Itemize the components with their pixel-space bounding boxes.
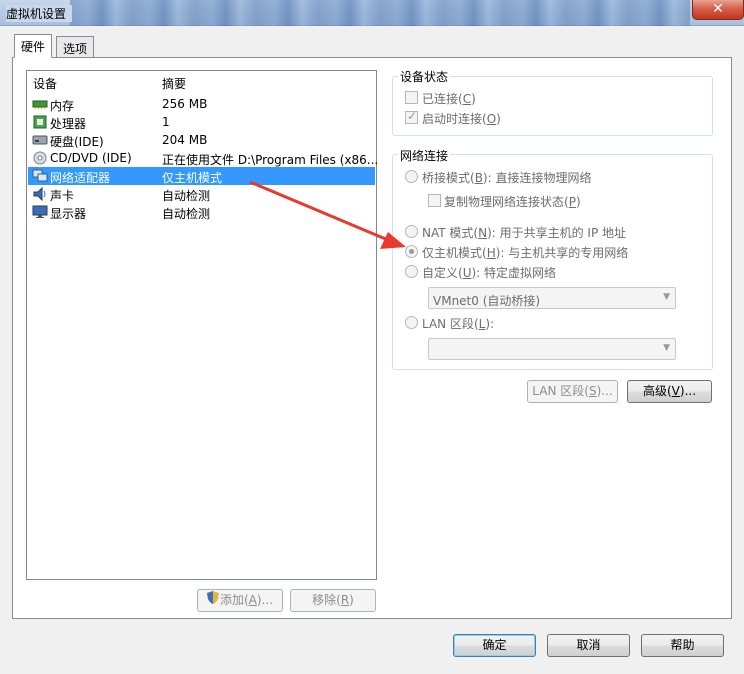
list-header: 设备 摘要	[27, 71, 376, 91]
device-row-display[interactable]: 显示器 自动检测	[28, 203, 375, 221]
device-status-title: 设备状态	[398, 68, 451, 85]
chevron-down-icon: ▼	[663, 343, 670, 353]
window-title: 虚拟机设置	[6, 5, 73, 22]
custom-label: 自定义(U): 特定虚拟网络	[422, 266, 557, 280]
custom-network-select[interactable]: VMnet0 (自动桥接) ▼	[428, 287, 676, 309]
lan-segment-select[interactable]: ▼	[428, 338, 676, 360]
connect-on-power-checkbox[interactable]	[405, 109, 418, 124]
remove-button[interactable]: 移除(R)	[290, 589, 376, 612]
connect-on-power-label: 启动时连接(O)	[422, 112, 501, 126]
close-icon: ✕	[712, 1, 724, 17]
column-header-summary[interactable]: 摘要	[162, 75, 186, 92]
cancel-button[interactable]: 取消	[547, 634, 630, 657]
shield-icon	[206, 590, 219, 611]
device-list[interactable]: 设备 摘要 内存 256 MB 处理器 1 硬盘(IDE) 204 MB CD/…	[26, 70, 378, 580]
tab-options[interactable]: 选项	[56, 36, 95, 57]
replicate-state-label: 复制物理网络连接状态(P)	[444, 195, 581, 209]
device-row-memory[interactable]: 内存 256 MB	[28, 95, 375, 113]
host-only-label: 仅主机模式(H): 与主机共享的专用网络	[422, 246, 629, 260]
processor-icon	[32, 115, 48, 129]
device-row-processor[interactable]: 处理器 1	[28, 113, 375, 131]
network-adapter-icon	[32, 169, 48, 183]
bridged-label: 桥接模式(B): 直接连接物理网络	[422, 171, 592, 185]
advanced-button[interactable]: 高级(V)...	[627, 380, 712, 403]
hard-disk-icon	[32, 133, 48, 147]
column-header-device[interactable]: 设备	[33, 75, 57, 92]
sound-card-icon	[32, 186, 48, 202]
close-button[interactable]: ✕	[692, 0, 744, 20]
nat-label: NAT 模式(N): 用于共享主机的 IP 地址	[422, 226, 627, 240]
cd-dvd-icon	[32, 151, 48, 165]
lan-segment-radio[interactable]	[405, 316, 418, 329]
ok-button[interactable]: 确定	[453, 634, 536, 657]
memory-icon	[32, 97, 48, 111]
lan-segment-label: LAN 区段(L):	[422, 317, 495, 331]
device-row-cd-dvd[interactable]: CD/DVD (IDE) 正在使用文件 D:\Program Files (x8…	[28, 149, 378, 167]
custom-radio[interactable]	[405, 265, 418, 278]
replicate-state-checkbox[interactable]	[428, 194, 441, 207]
tab-hardware[interactable]: 硬件	[14, 34, 53, 58]
nat-radio[interactable]	[405, 225, 418, 238]
background-taskbar-strip	[70, 0, 690, 26]
network-connection-title: 网络连接	[398, 147, 451, 164]
host-only-radio[interactable]	[405, 245, 418, 258]
connected-label: 已连接(C)	[422, 92, 476, 106]
connected-checkbox[interactable]	[405, 91, 418, 104]
device-row-hard-disk[interactable]: 硬盘(IDE) 204 MB	[28, 131, 375, 149]
device-row-network-adapter[interactable]: 网络适配器 仅主机模式	[28, 167, 375, 185]
lan-segments-button[interactable]: LAN 区段(S)...	[527, 380, 618, 403]
bridged-radio[interactable]	[405, 170, 418, 183]
display-icon	[32, 205, 48, 219]
title-bar: 虚拟机设置 ✕	[0, 0, 744, 26]
chevron-down-icon: ▼	[663, 292, 670, 302]
help-button[interactable]: 帮助	[641, 634, 724, 657]
device-row-sound-card[interactable]: 声卡 自动检测	[28, 185, 375, 203]
add-button[interactable]: 添加(A)...	[197, 589, 283, 612]
